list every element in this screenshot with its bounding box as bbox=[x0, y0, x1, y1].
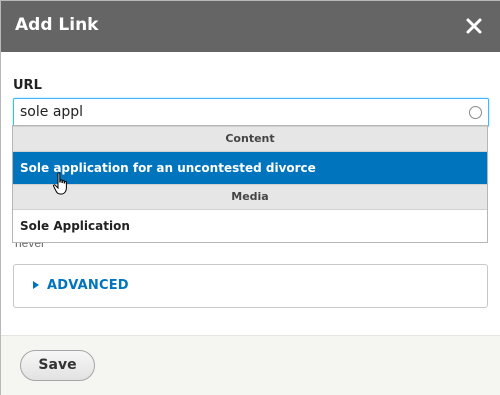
autocomplete-dropdown: Content Sole application for an uncontes… bbox=[12, 125, 488, 243]
url-label: URL bbox=[13, 78, 42, 93]
url-input-value: sole appl bbox=[20, 104, 84, 120]
autocomplete-item[interactable]: Sole Application bbox=[13, 210, 487, 242]
save-button[interactable]: Save bbox=[20, 350, 95, 381]
autocomplete-item[interactable]: Sole application for an uncontested divo… bbox=[13, 152, 487, 184]
dialog-footer: Save bbox=[1, 335, 500, 395]
url-input[interactable]: sole appl bbox=[13, 98, 489, 127]
close-icon[interactable] bbox=[461, 13, 487, 39]
hand-cursor-icon bbox=[52, 172, 67, 195]
autocomplete-group-media: Media bbox=[13, 184, 487, 210]
advanced-details[interactable]: ADVANCED bbox=[13, 264, 488, 308]
dialog-titlebar: Add Link bbox=[1, 1, 500, 52]
dialog-title: Add Link bbox=[15, 15, 99, 35]
advanced-summary-label[interactable]: ADVANCED bbox=[47, 278, 129, 293]
autocomplete-group-content: Content bbox=[13, 126, 487, 152]
autocomplete-throbber-icon bbox=[469, 106, 482, 119]
expand-triangle-icon bbox=[33, 281, 39, 289]
